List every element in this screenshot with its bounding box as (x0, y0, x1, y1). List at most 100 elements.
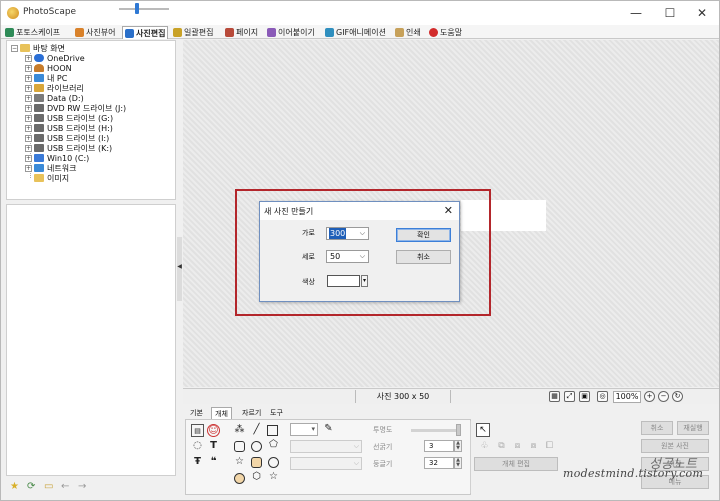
tab-page[interactable]: 페이지 (225, 26, 258, 39)
object-back-icon[interactable]: ⧈ (512, 441, 523, 452)
forward-arrow-icon[interactable]: → (78, 482, 88, 492)
folder-open-icon[interactable]: ▭ (44, 482, 54, 492)
speech-balloon-icon[interactable]: ◌ (191, 440, 204, 453)
tab-viewer[interactable]: 사진뷰어 (75, 26, 115, 39)
checker-background-icon[interactable]: ▦ (549, 391, 560, 402)
zoom-actual-icon[interactable]: ▣ (579, 391, 590, 402)
line-width-input[interactable]: 3 (424, 440, 454, 452)
object-copy-icon[interactable]: ⧉ (496, 441, 507, 452)
ellipse-tool-icon[interactable] (251, 441, 262, 452)
collapse-icon[interactable]: − (11, 44, 18, 52)
text-format-icon[interactable]: Ŧ (191, 456, 204, 469)
tree-item-usb-h[interactable]: + USB 드라이브 (H:) (25, 123, 113, 133)
rotate-icon[interactable]: ↻ (672, 391, 683, 402)
original-photo-button[interactable]: 원본 사진 (641, 439, 709, 453)
expand-icon[interactable]: + (25, 84, 32, 92)
thumbnail-size-slider[interactable] (119, 8, 169, 10)
fit-window-icon[interactable]: ⤢ (564, 391, 575, 402)
collapse-arrow-icon[interactable]: ◀ (177, 263, 182, 270)
line-width-spinner[interactable]: ▲ ▼ (454, 440, 462, 452)
zoom-out-icon[interactable]: − (658, 391, 669, 402)
height-select[interactable]: 50 ⌵ (326, 250, 369, 263)
tree-item-user[interactable]: + HOON (25, 63, 72, 73)
tree-item-dvd-j[interactable]: + DVD RW 드라이브 (J:) (25, 103, 126, 113)
opacity-slider-thumb[interactable] (456, 424, 461, 436)
color-dropdown-icon[interactable]: ▾ (361, 275, 368, 287)
object-front-icon[interactable]: ⧇ (528, 441, 539, 452)
expand-icon[interactable]: + (25, 154, 32, 162)
width-select[interactable]: 300 ⌵ (326, 227, 369, 240)
expand-icon[interactable]: + (25, 114, 32, 122)
tab-editor[interactable]: 사진편집 (122, 26, 169, 39)
magic-wand-icon[interactable]: ⁂ (233, 424, 246, 437)
tab-photoscape[interactable]: 포토스케이프 (5, 26, 60, 39)
object-edit-button[interactable]: 개체 편집 (474, 457, 558, 471)
expand-icon[interactable]: + (25, 54, 32, 62)
object-lock-icon[interactable]: ♧ (479, 441, 490, 452)
expand-icon[interactable]: + (25, 64, 32, 72)
dialog-close-icon[interactable]: ✕ (444, 204, 453, 217)
tree-item-win10-c[interactable]: + Win10 (C:) (25, 153, 89, 163)
back-arrow-icon[interactable]: ← (61, 482, 71, 492)
refresh-icon[interactable]: ⟳ (27, 482, 37, 492)
zoom-fit-icon[interactable]: ◎ (597, 391, 608, 402)
tree-item-this-pc[interactable]: + 내 PC (25, 73, 67, 83)
expand-icon[interactable]: + (25, 74, 32, 82)
ok-button[interactable]: 확인 (396, 228, 451, 242)
expand-icon[interactable]: + (25, 124, 32, 132)
file-list-pane[interactable] (6, 204, 176, 476)
color-swatch[interactable] (327, 275, 360, 287)
rectangle-tool-icon[interactable] (267, 425, 278, 436)
cancel-button[interactable]: 취소 (396, 250, 451, 264)
insert-icon-icon[interactable]: ☺ (207, 424, 220, 437)
tab-tools[interactable]: 도구 (267, 407, 286, 419)
opacity-slider[interactable] (411, 429, 461, 432)
text-tool-icon[interactable]: T (207, 440, 220, 453)
pentagon-tool-icon[interactable]: ⬠ (267, 439, 280, 452)
insert-photo-icon[interactable]: ▤ (191, 424, 204, 437)
expand-icon[interactable]: + (25, 164, 32, 172)
expand-icon[interactable]: + (25, 134, 32, 142)
filled-rect-tool-icon[interactable] (251, 457, 262, 468)
filled-circle-tool-icon[interactable] (234, 473, 245, 484)
zoom-in-icon[interactable]: + (644, 391, 655, 402)
eyedropper-icon[interactable]: ✎ (322, 423, 335, 436)
color-select[interactable]: ▾ (290, 423, 318, 436)
minimize-button[interactable]: — (619, 1, 653, 25)
thumbnail-size-slider-thumb[interactable] (135, 3, 139, 14)
object-group-icon[interactable]: ⧠ (544, 441, 555, 452)
tree-item-images[interactable]: 이미지 (34, 173, 69, 183)
tab-batch[interactable]: 일괄편집 (173, 26, 213, 39)
redo-button[interactable]: 재실행 (677, 421, 709, 435)
rounded-rectangle-tool-icon[interactable] (234, 441, 245, 452)
close-button[interactable]: ✕ (685, 1, 719, 25)
tab-gif[interactable]: GIF애니메이션 (325, 26, 386, 39)
circle-tool-icon[interactable] (268, 457, 279, 468)
tree-item-desktop[interactable]: − 바탕 화면 (11, 43, 65, 53)
tab-print[interactable]: 인쇄 (395, 26, 421, 39)
star-tool-icon[interactable]: ☆ (233, 456, 246, 469)
tree-item-onedrive[interactable]: + OneDrive (25, 53, 85, 63)
tree-item-drive-d[interactable]: + Data (D:) (25, 93, 84, 103)
line-tool-icon[interactable]: ╱ (250, 424, 263, 437)
expand-icon[interactable]: + (25, 144, 32, 152)
tab-crop[interactable]: 자르기 (239, 407, 264, 419)
tree-item-usb-i[interactable]: + USB 드라이브 (I:) (25, 133, 109, 143)
fill-style-select[interactable]: ⌵ (290, 457, 362, 470)
select-cursor-icon[interactable]: ↖ (476, 423, 490, 437)
favorite-star-icon[interactable]: ★ (10, 482, 20, 492)
tab-object[interactable]: 개체 (211, 407, 232, 419)
undo-button[interactable]: 취소 (641, 421, 673, 435)
tree-item-usb-g[interactable]: + USB 드라이브 (G:) (25, 113, 113, 123)
hexagon-tool-icon[interactable]: ⬡ (250, 471, 263, 484)
expand-icon[interactable]: + (25, 94, 32, 102)
tab-help[interactable]: 도움말 (429, 26, 462, 39)
tree-item-library[interactable]: + 라이브러리 (25, 83, 84, 93)
round-input[interactable]: 32 (424, 457, 454, 469)
expand-icon[interactable]: + (25, 104, 32, 112)
line-style-select[interactable]: ⌵ (290, 440, 362, 453)
tab-combine[interactable]: 이어붙이기 (267, 26, 315, 39)
zoom-level[interactable]: 100% (613, 391, 641, 403)
round-spinner[interactable]: ▲ ▼ (454, 457, 462, 469)
folder-tree[interactable]: − 바탕 화면 + OneDrive + HOON + 내 PC + 라이브러리 + Dat… (6, 40, 176, 200)
